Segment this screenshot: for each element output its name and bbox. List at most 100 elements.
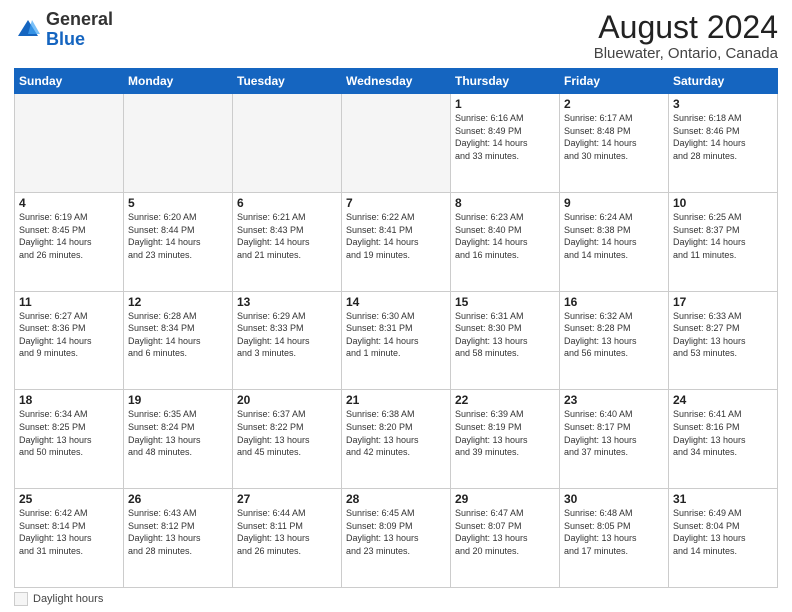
- calendar-header-saturday: Saturday: [669, 69, 778, 94]
- calendar-cell: 28Sunrise: 6:45 AM Sunset: 8:09 PM Dayli…: [342, 489, 451, 588]
- calendar-cell: 3Sunrise: 6:18 AM Sunset: 8:46 PM Daylig…: [669, 94, 778, 193]
- calendar-header-tuesday: Tuesday: [233, 69, 342, 94]
- calendar-cell: 19Sunrise: 6:35 AM Sunset: 8:24 PM Dayli…: [124, 390, 233, 489]
- day-info: Sunrise: 6:25 AM Sunset: 8:37 PM Dayligh…: [673, 211, 773, 261]
- day-number: 7: [346, 196, 446, 210]
- calendar-cell: [233, 94, 342, 193]
- calendar-cell: 11Sunrise: 6:27 AM Sunset: 8:36 PM Dayli…: [15, 291, 124, 390]
- day-info: Sunrise: 6:49 AM Sunset: 8:04 PM Dayligh…: [673, 507, 773, 557]
- month-title: August 2024: [594, 10, 778, 45]
- calendar-cell: [124, 94, 233, 193]
- day-number: 23: [564, 393, 664, 407]
- calendar-cell: 20Sunrise: 6:37 AM Sunset: 8:22 PM Dayli…: [233, 390, 342, 489]
- legend-box: [14, 592, 28, 606]
- calendar-cell: 16Sunrise: 6:32 AM Sunset: 8:28 PM Dayli…: [560, 291, 669, 390]
- day-info: Sunrise: 6:21 AM Sunset: 8:43 PM Dayligh…: [237, 211, 337, 261]
- logo: General Blue: [14, 10, 113, 50]
- title-block: August 2024 Bluewater, Ontario, Canada: [594, 10, 778, 62]
- calendar-cell: 9Sunrise: 6:24 AM Sunset: 8:38 PM Daylig…: [560, 192, 669, 291]
- day-info: Sunrise: 6:24 AM Sunset: 8:38 PM Dayligh…: [564, 211, 664, 261]
- day-info: Sunrise: 6:31 AM Sunset: 8:30 PM Dayligh…: [455, 310, 555, 360]
- calendar-cell: 6Sunrise: 6:21 AM Sunset: 8:43 PM Daylig…: [233, 192, 342, 291]
- calendar-cell: 25Sunrise: 6:42 AM Sunset: 8:14 PM Dayli…: [15, 489, 124, 588]
- day-number: 15: [455, 295, 555, 309]
- calendar-cell: 13Sunrise: 6:29 AM Sunset: 8:33 PM Dayli…: [233, 291, 342, 390]
- calendar-header-row: SundayMondayTuesdayWednesdayThursdayFrid…: [15, 69, 778, 94]
- day-number: 22: [455, 393, 555, 407]
- calendar-cell: [15, 94, 124, 193]
- header: General Blue August 2024 Bluewater, Onta…: [14, 10, 778, 62]
- day-number: 19: [128, 393, 228, 407]
- day-info: Sunrise: 6:35 AM Sunset: 8:24 PM Dayligh…: [128, 408, 228, 458]
- calendar-cell: 31Sunrise: 6:49 AM Sunset: 8:04 PM Dayli…: [669, 489, 778, 588]
- calendar-header-thursday: Thursday: [451, 69, 560, 94]
- calendar-cell: 2Sunrise: 6:17 AM Sunset: 8:48 PM Daylig…: [560, 94, 669, 193]
- calendar-header-friday: Friday: [560, 69, 669, 94]
- page: General Blue August 2024 Bluewater, Onta…: [0, 0, 792, 612]
- day-info: Sunrise: 6:38 AM Sunset: 8:20 PM Dayligh…: [346, 408, 446, 458]
- day-number: 24: [673, 393, 773, 407]
- day-number: 2: [564, 97, 664, 111]
- day-number: 9: [564, 196, 664, 210]
- day-number: 6: [237, 196, 337, 210]
- day-info: Sunrise: 6:44 AM Sunset: 8:11 PM Dayligh…: [237, 507, 337, 557]
- calendar-cell: 4Sunrise: 6:19 AM Sunset: 8:45 PM Daylig…: [15, 192, 124, 291]
- calendar-week-2: 4Sunrise: 6:19 AM Sunset: 8:45 PM Daylig…: [15, 192, 778, 291]
- day-number: 11: [19, 295, 119, 309]
- day-number: 14: [346, 295, 446, 309]
- calendar-cell: 24Sunrise: 6:41 AM Sunset: 8:16 PM Dayli…: [669, 390, 778, 489]
- calendar-cell: 26Sunrise: 6:43 AM Sunset: 8:12 PM Dayli…: [124, 489, 233, 588]
- day-number: 4: [19, 196, 119, 210]
- calendar-header-monday: Monday: [124, 69, 233, 94]
- calendar-cell: 7Sunrise: 6:22 AM Sunset: 8:41 PM Daylig…: [342, 192, 451, 291]
- calendar-cell: 15Sunrise: 6:31 AM Sunset: 8:30 PM Dayli…: [451, 291, 560, 390]
- day-info: Sunrise: 6:30 AM Sunset: 8:31 PM Dayligh…: [346, 310, 446, 360]
- calendar-cell: 8Sunrise: 6:23 AM Sunset: 8:40 PM Daylig…: [451, 192, 560, 291]
- calendar-week-1: 1Sunrise: 6:16 AM Sunset: 8:49 PM Daylig…: [15, 94, 778, 193]
- day-number: 27: [237, 492, 337, 506]
- day-info: Sunrise: 6:43 AM Sunset: 8:12 PM Dayligh…: [128, 507, 228, 557]
- day-info: Sunrise: 6:19 AM Sunset: 8:45 PM Dayligh…: [19, 211, 119, 261]
- day-info: Sunrise: 6:40 AM Sunset: 8:17 PM Dayligh…: [564, 408, 664, 458]
- day-info: Sunrise: 6:42 AM Sunset: 8:14 PM Dayligh…: [19, 507, 119, 557]
- day-number: 1: [455, 97, 555, 111]
- day-info: Sunrise: 6:27 AM Sunset: 8:36 PM Dayligh…: [19, 310, 119, 360]
- day-info: Sunrise: 6:29 AM Sunset: 8:33 PM Dayligh…: [237, 310, 337, 360]
- calendar-week-5: 25Sunrise: 6:42 AM Sunset: 8:14 PM Dayli…: [15, 489, 778, 588]
- day-number: 8: [455, 196, 555, 210]
- day-number: 26: [128, 492, 228, 506]
- day-info: Sunrise: 6:41 AM Sunset: 8:16 PM Dayligh…: [673, 408, 773, 458]
- calendar-cell: 17Sunrise: 6:33 AM Sunset: 8:27 PM Dayli…: [669, 291, 778, 390]
- day-info: Sunrise: 6:39 AM Sunset: 8:19 PM Dayligh…: [455, 408, 555, 458]
- day-number: 20: [237, 393, 337, 407]
- day-info: Sunrise: 6:37 AM Sunset: 8:22 PM Dayligh…: [237, 408, 337, 458]
- calendar-week-3: 11Sunrise: 6:27 AM Sunset: 8:36 PM Dayli…: [15, 291, 778, 390]
- calendar-cell: 23Sunrise: 6:40 AM Sunset: 8:17 PM Dayli…: [560, 390, 669, 489]
- calendar-header-sunday: Sunday: [15, 69, 124, 94]
- calendar-cell: 27Sunrise: 6:44 AM Sunset: 8:11 PM Dayli…: [233, 489, 342, 588]
- day-number: 25: [19, 492, 119, 506]
- day-number: 16: [564, 295, 664, 309]
- calendar: SundayMondayTuesdayWednesdayThursdayFrid…: [14, 68, 778, 588]
- day-number: 17: [673, 295, 773, 309]
- legend-label: Daylight hours: [33, 593, 103, 605]
- day-info: Sunrise: 6:17 AM Sunset: 8:48 PM Dayligh…: [564, 112, 664, 162]
- day-info: Sunrise: 6:45 AM Sunset: 8:09 PM Dayligh…: [346, 507, 446, 557]
- calendar-cell: 18Sunrise: 6:34 AM Sunset: 8:25 PM Dayli…: [15, 390, 124, 489]
- calendar-week-4: 18Sunrise: 6:34 AM Sunset: 8:25 PM Dayli…: [15, 390, 778, 489]
- day-info: Sunrise: 6:23 AM Sunset: 8:40 PM Dayligh…: [455, 211, 555, 261]
- day-number: 10: [673, 196, 773, 210]
- day-info: Sunrise: 6:18 AM Sunset: 8:46 PM Dayligh…: [673, 112, 773, 162]
- logo-blue: Blue: [46, 29, 85, 49]
- location: Bluewater, Ontario, Canada: [594, 45, 778, 62]
- footer: Daylight hours: [14, 592, 778, 606]
- day-number: 18: [19, 393, 119, 407]
- day-info: Sunrise: 6:48 AM Sunset: 8:05 PM Dayligh…: [564, 507, 664, 557]
- day-info: Sunrise: 6:16 AM Sunset: 8:49 PM Dayligh…: [455, 112, 555, 162]
- day-number: 21: [346, 393, 446, 407]
- logo-text: General Blue: [46, 10, 113, 50]
- day-number: 12: [128, 295, 228, 309]
- calendar-cell: 30Sunrise: 6:48 AM Sunset: 8:05 PM Dayli…: [560, 489, 669, 588]
- day-info: Sunrise: 6:28 AM Sunset: 8:34 PM Dayligh…: [128, 310, 228, 360]
- day-number: 13: [237, 295, 337, 309]
